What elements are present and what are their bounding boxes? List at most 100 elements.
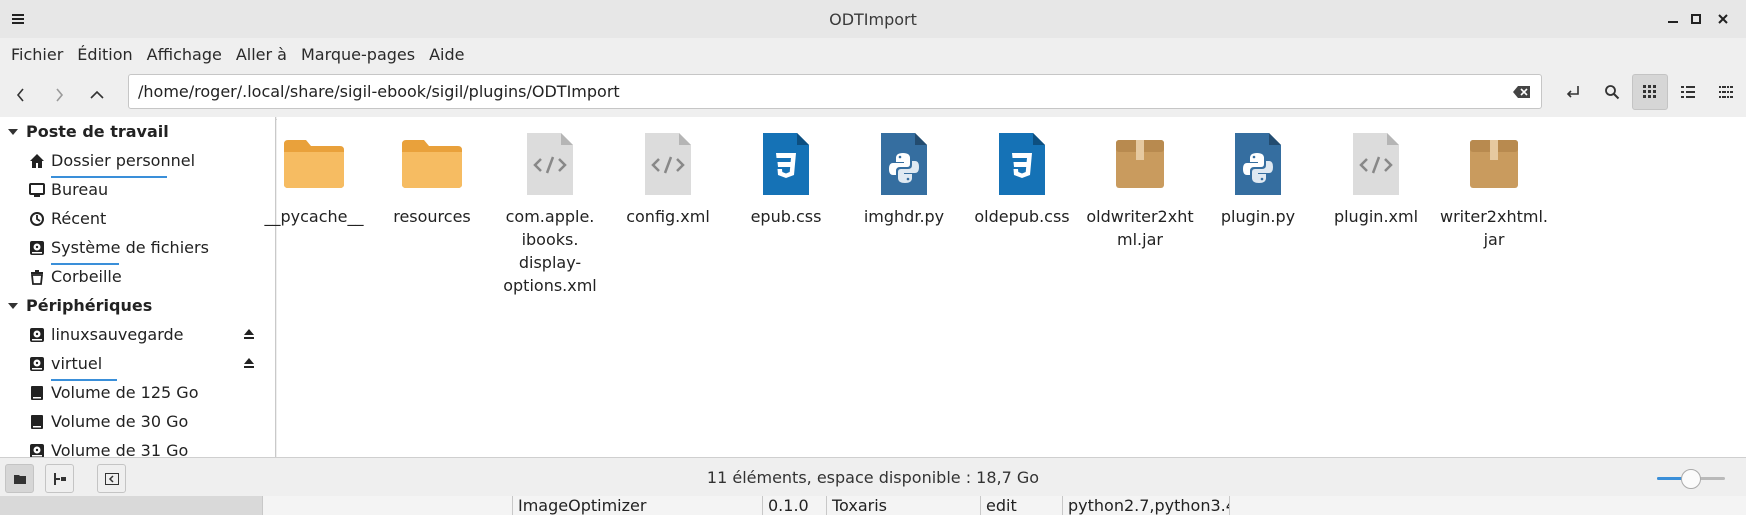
sidebar: Poste de travail Dossier personnel Burea…	[0, 117, 276, 457]
folder-icon	[397, 129, 467, 199]
drive-icon	[29, 240, 45, 256]
xml-file-icon	[633, 129, 703, 199]
file-manager-window: ODTImport Fichier Édition Affichage Alle…	[0, 0, 1746, 496]
file-item[interactable]: oldepub.css	[956, 129, 1088, 228]
zoom-slider-handle[interactable]	[1681, 469, 1701, 489]
menu-marque-pages[interactable]: Marque-pages	[294, 41, 422, 68]
trash-icon	[29, 269, 45, 285]
css-file-icon	[987, 129, 1057, 199]
sidebar-item-label: Volume de 125 Go	[51, 383, 199, 402]
sidebar-item-desktop[interactable]: Bureau	[0, 175, 275, 204]
toggle-location-icon[interactable]	[1556, 74, 1592, 110]
search-icon[interactable]	[1594, 74, 1630, 110]
status-text: 11 éléments, espace disponible : 18,7 Go	[706, 468, 1040, 487]
xml-file-icon	[515, 129, 585, 199]
sidebar-item-home[interactable]: Dossier personnel	[0, 146, 275, 178]
sidebar-item-label: linuxsauvegarde	[51, 325, 184, 344]
menu-fichier[interactable]: Fichier	[4, 41, 70, 68]
file-name: plugin.xml	[1333, 207, 1419, 226]
sidebar-item-volume-31[interactable]: Volume de 31 Go	[0, 436, 275, 457]
eject-icon[interactable]	[243, 328, 255, 340]
background-cell: 0.1.0	[762, 496, 826, 515]
zoom-slider[interactable]	[1657, 469, 1725, 489]
folder-icon	[279, 129, 349, 199]
location-bar[interactable]: /home/roger/.local/share/sigil-ebook/sig…	[128, 74, 1542, 109]
file-name: oldwriter2xht ml.jar	[1086, 207, 1194, 249]
python-file-icon	[869, 129, 939, 199]
minimize-icon[interactable]	[1663, 9, 1683, 29]
eject-icon[interactable]	[243, 357, 255, 369]
file-item[interactable]: config.xml	[602, 129, 734, 228]
icon-view-icon[interactable]	[1632, 74, 1668, 110]
sidebar-item-label: Dossier personnel	[51, 151, 196, 170]
sidebar-section-computer[interactable]: Poste de travail	[0, 117, 275, 146]
background-cell: edit	[980, 496, 1062, 515]
file-item[interactable]: epub.css	[720, 129, 852, 228]
sidebar-item-filesystem[interactable]: Système de fichiers	[0, 233, 275, 265]
menu-edition[interactable]: Édition	[70, 41, 139, 68]
title-bar: ODTImport	[0, 0, 1746, 38]
file-name: config.xml	[626, 207, 710, 226]
background-cell: Toxaris	[826, 496, 980, 515]
sidebar-item-virtuel[interactable]: virtuel	[0, 349, 275, 381]
menu-bar: Fichier Édition Affichage Aller à Marque…	[0, 38, 1746, 70]
file-name: writer2xhtml. jar	[1440, 207, 1548, 249]
file-item[interactable]: writer2xhtml. jar	[1428, 129, 1560, 251]
background-cell: ImageOptimizer	[512, 496, 762, 515]
drive-icon	[29, 327, 45, 343]
file-item[interactable]: plugin.xml	[1310, 129, 1442, 228]
drive-icon	[29, 443, 45, 457]
file-name: com.apple. ibooks. display- options.xml	[503, 207, 597, 295]
file-name: oldepub.css	[974, 207, 1070, 226]
sidebar-item-label: Bureau	[51, 180, 109, 199]
collapse-arrow-icon[interactable]	[8, 127, 18, 137]
xml-file-icon	[1341, 129, 1411, 199]
background-cell: python2.7,python3.4	[1062, 496, 1230, 515]
disk-icon	[29, 414, 45, 430]
list-view-icon[interactable]	[1670, 74, 1706, 110]
compact-view-icon[interactable]	[1708, 74, 1744, 110]
sidebar-item-volume-30[interactable]: Volume de 30 Go	[0, 407, 275, 436]
sidebar-item-label: virtuel	[51, 354, 103, 373]
sidebar-item-label: Système de fichiers	[51, 238, 209, 257]
file-view[interactable]: __pycache__ resources com.apple. ibooks.…	[264, 117, 1746, 457]
sidebar-section-title: Poste de travail	[26, 122, 169, 141]
python-file-icon	[1223, 129, 1293, 199]
sidebar-item-label: Corbeille	[51, 267, 122, 286]
sidebar-section-title: Périphériques	[26, 296, 153, 315]
file-name: plugin.py	[1220, 207, 1296, 226]
css-file-icon	[751, 129, 821, 199]
window-title: ODTImport	[829, 9, 917, 29]
file-name: imghdr.py	[863, 207, 945, 226]
desktop-icon	[29, 182, 45, 198]
clear-location-icon[interactable]	[1511, 82, 1533, 102]
window-menu-icon[interactable]	[8, 9, 28, 29]
sidebar-item-volume-125[interactable]: Volume de 125 Go	[0, 378, 275, 407]
sidebar-item-label: Volume de 30 Go	[51, 412, 189, 431]
disk-icon	[29, 385, 45, 401]
maximize-icon[interactable]	[1686, 9, 1706, 29]
menu-affichage[interactable]: Affichage	[140, 41, 229, 68]
collapse-arrow-icon[interactable]	[8, 301, 18, 311]
file-item[interactable]: imghdr.py	[838, 129, 970, 228]
drive-icon	[29, 356, 45, 372]
forward-button[interactable]	[44, 80, 74, 110]
back-button[interactable]	[6, 80, 36, 110]
file-name: __pycache__	[264, 207, 364, 226]
menu-aide[interactable]: Aide	[422, 41, 471, 68]
file-item[interactable]: oldwriter2xht ml.jar	[1074, 129, 1206, 251]
file-name: resources	[393, 207, 471, 226]
file-item[interactable]: com.apple. ibooks. display- options.xml	[484, 129, 616, 297]
parent-folder-button[interactable]	[82, 80, 112, 110]
location-path: /home/roger/.local/share/sigil-ebook/sig…	[138, 82, 620, 101]
sidebar-section-devices[interactable]: Périphériques	[0, 291, 275, 320]
file-item[interactable]: plugin.py	[1192, 129, 1324, 228]
close-icon[interactable]	[1713, 9, 1733, 29]
sidebar-item-recent[interactable]: Récent	[0, 204, 275, 233]
menu-aller-a[interactable]: Aller à	[229, 41, 294, 68]
sidebar-item-label: Récent	[51, 209, 107, 228]
sidebar-item-linuxsauvegarde[interactable]: linuxsauvegarde	[0, 320, 275, 349]
file-item[interactable]: __pycache__	[248, 129, 380, 228]
file-item[interactable]: resources	[366, 129, 498, 228]
sidebar-item-trash[interactable]: Corbeille	[0, 262, 275, 291]
